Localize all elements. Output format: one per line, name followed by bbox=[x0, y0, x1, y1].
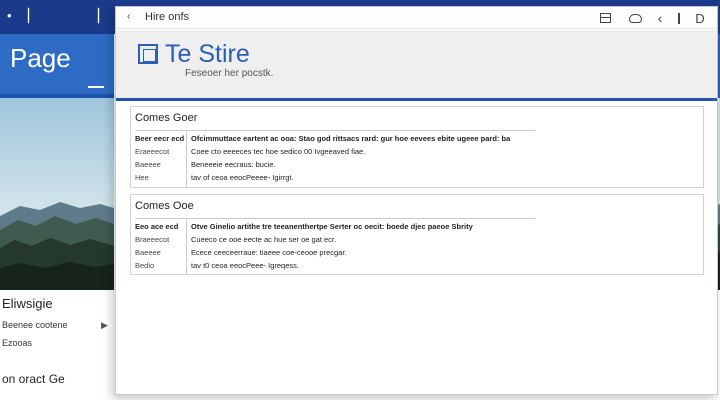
bookmark-icon[interactable]: D bbox=[692, 10, 708, 26]
site-logo-icon bbox=[138, 44, 158, 64]
section-rule bbox=[135, 218, 535, 219]
header-rule bbox=[88, 86, 104, 88]
divider-icon bbox=[671, 10, 687, 26]
row-value: Beneeeie eecraus: bucie. bbox=[191, 160, 276, 169]
menu-dot-icon[interactable]: • bbox=[7, 9, 12, 23]
row-label: Baeeee bbox=[135, 160, 161, 169]
cloud-icon[interactable] bbox=[627, 10, 643, 26]
background-page-header: Page bbox=[0, 34, 114, 94]
nav-item[interactable]: Ezooas bbox=[2, 338, 32, 348]
window-title: Hire onfs bbox=[145, 11, 190, 23]
section-rule bbox=[135, 130, 535, 131]
section-title: Comes Ooe bbox=[135, 200, 194, 212]
table-row: Braeeecot Cueeco ce ooe eecte ac hue ser… bbox=[131, 235, 703, 248]
table-row: Beer eecr ecd Ofcimmuttace eartent ac oo… bbox=[131, 134, 703, 147]
nav-title: Eliwsigie bbox=[2, 296, 53, 311]
section-title: Comes Goer bbox=[135, 112, 198, 124]
row-value: Ofcimmuttace eartent ac ooa: Stao god ri… bbox=[191, 134, 511, 143]
content-section: Comes Goer Beer eecr ecd Ofcimmuttace ea… bbox=[130, 106, 704, 188]
background-page-title: Page bbox=[10, 43, 71, 73]
chevron-right-icon[interactable]: ▶ bbox=[101, 320, 108, 331]
table-row: Baeeee Beneeeie eecraus: bucie. bbox=[131, 160, 703, 173]
row-value: tav of ceoa eeocPeeee- Igirrgt. bbox=[191, 173, 294, 182]
row-label: Eeo ace ecd bbox=[135, 222, 179, 231]
accent-rule bbox=[116, 98, 717, 101]
chevron-left-icon[interactable]: ‹ bbox=[127, 11, 130, 22]
table-row: Eraeeecot Coee cto eeeeces tec hoe sedic… bbox=[131, 147, 703, 160]
window-bar-icon[interactable]: ▏ bbox=[28, 9, 38, 23]
row-label: Hee bbox=[135, 173, 149, 182]
landscape-image bbox=[0, 98, 114, 290]
row-label: Braeeecot bbox=[135, 235, 170, 244]
window-titlebar: ‹ Hire onfs ‹ D bbox=[116, 7, 717, 29]
row-label: Baeeee bbox=[135, 248, 161, 257]
row-value: Cueeco ce ooe eecte ac hue ser oe gat ec… bbox=[191, 235, 337, 244]
site-tagline: Feseoer her pocstk. bbox=[185, 68, 274, 79]
row-value: Ecece ceeceerraue: tiaeee coe-ceooe prec… bbox=[191, 248, 347, 257]
foreground-window: ‹ Hire onfs ‹ D Te Stire Feseoer her poc… bbox=[115, 6, 718, 395]
window-bar-icon[interactable]: ▏ bbox=[98, 9, 108, 23]
row-label: Eraeeecot bbox=[135, 147, 170, 156]
content-section: Comes Ooe Eeo ace ecd Otve Ginelio artit… bbox=[130, 194, 704, 275]
background-nav: Eliwsigie Beenee cootene ▶ Ezooas on ora… bbox=[0, 290, 114, 400]
table-row: Eeo ace ecd Otve Ginelio artithe tre tee… bbox=[131, 222, 703, 235]
panel-icon[interactable] bbox=[597, 10, 613, 26]
table-row: Hee tav of ceoa eeocPeeee- Igirrgt. bbox=[131, 173, 703, 186]
row-value: Coee cto eeeeces tec hoe sedico 00 Ivgee… bbox=[191, 147, 366, 156]
table-row: Baeeee Ecece ceeceerraue: tiaeee coe-ceo… bbox=[131, 248, 703, 261]
row-value: tav t0 ceoa eeocPeee- Igreqess. bbox=[191, 261, 299, 270]
row-label: Beer eecr ecd bbox=[135, 134, 185, 143]
row-label: Bedio bbox=[135, 261, 155, 270]
nav-footer-text: on oract Ge bbox=[2, 372, 65, 386]
row-value: Otve Ginelio artithe tre teeanenthertpe … bbox=[191, 222, 473, 231]
table-row: Bedio tav t0 ceoa eeocPeee- Igreqess. bbox=[131, 261, 703, 274]
nav-item[interactable]: Beenee cootene bbox=[2, 320, 68, 330]
site-title: Te Stire bbox=[165, 40, 250, 68]
back-arrow-icon[interactable]: ‹ bbox=[652, 10, 668, 26]
site-header: Te Stire Feseoer her pocstk. bbox=[116, 30, 717, 98]
